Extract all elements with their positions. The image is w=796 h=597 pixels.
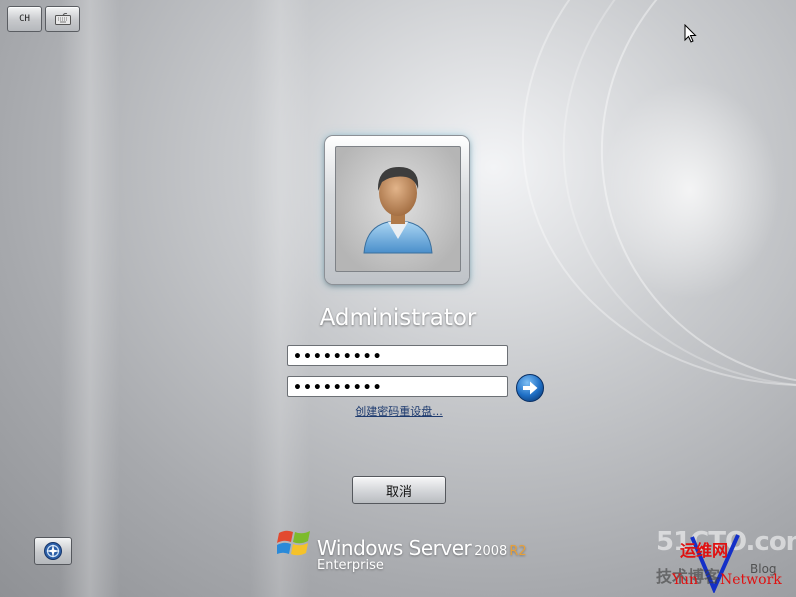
cancel-button[interactable]: 取消 [352, 476, 446, 504]
arrow-right-icon [516, 374, 544, 402]
user-tile [325, 136, 469, 284]
brand-version: 2008 [474, 544, 508, 559]
watermark-cn-text: 运维网 [680, 541, 729, 560]
background-streak [60, 0, 120, 597]
confirm-password-field[interactable] [287, 376, 508, 397]
language-label: CH [19, 14, 30, 24]
user-avatar-icon [363, 167, 433, 254]
brand-name: Windows Server [317, 536, 472, 560]
keyboard-icon [54, 13, 71, 25]
windows-logo-icon [277, 530, 310, 556]
submit-button[interactable] [515, 373, 545, 403]
watermark-yun-text: Yun [672, 572, 699, 588]
mouse-cursor-icon [684, 24, 697, 43]
keyboard-button[interactable] [45, 6, 80, 32]
ease-of-access-icon [44, 542, 62, 560]
password-field[interactable] [287, 345, 508, 366]
language-button[interactable]: CH [7, 6, 42, 32]
ease-of-access-button[interactable] [34, 537, 72, 565]
site-watermark: 51CTO.com 运维网 技术博客 Blog Yun Network [650, 525, 796, 597]
background-streak [250, 0, 310, 597]
brand-release: R2 [509, 544, 527, 559]
brand-edition: Enterprise [317, 558, 384, 573]
background-glow [600, 80, 780, 300]
windows-server-branding: Windows Server 2008 R2 Enterprise [277, 527, 537, 577]
cancel-label: 取消 [385, 484, 412, 500]
create-password-reset-disk-link[interactable]: 创建密码重设盘... [351, 403, 447, 419]
watermark-network-text: Network [720, 572, 782, 588]
username-label: Administrator [319, 305, 477, 331]
